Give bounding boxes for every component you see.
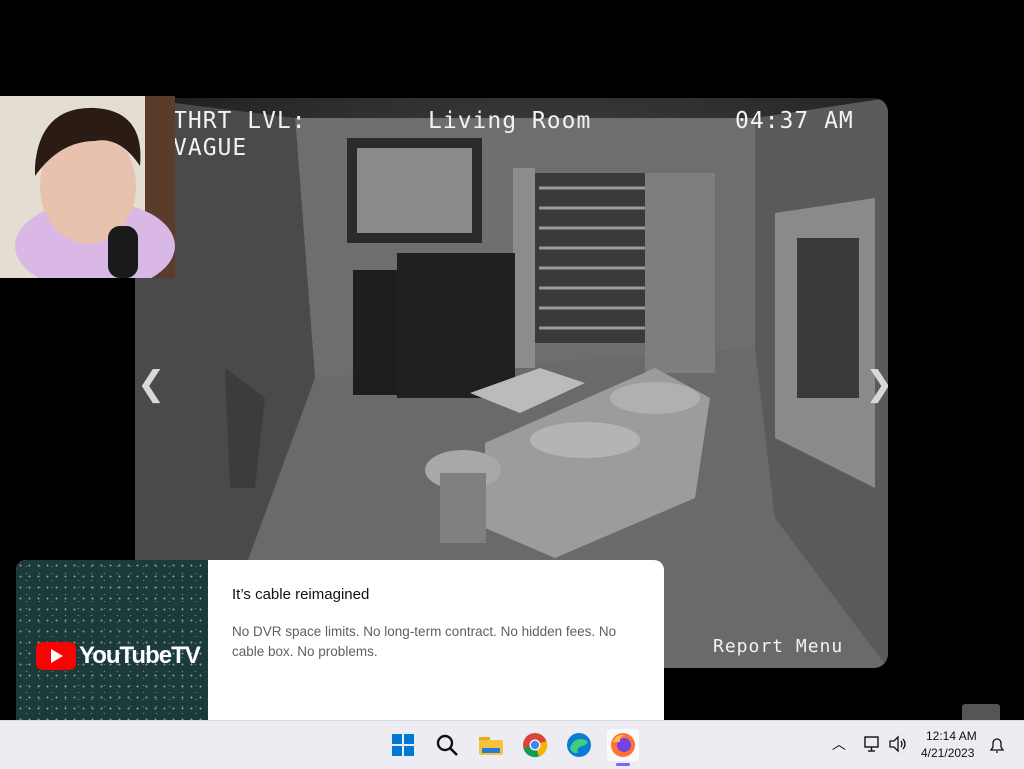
clock-time[interactable]: 12:14 AM	[926, 729, 977, 743]
edge-icon[interactable]	[563, 729, 595, 761]
youtube-logo-icon	[36, 642, 76, 670]
report-menu-button[interactable]: Report Menu	[713, 636, 843, 657]
ad-banner-image: YouTubeTV	[16, 560, 208, 720]
chevron-right-icon[interactable]: ❯	[865, 364, 888, 404]
windows-start-icon[interactable]	[387, 729, 419, 761]
search-icon[interactable]	[431, 729, 463, 761]
threat-level-value: VAGUE	[173, 135, 248, 161]
ad-body: No DVR space limits. No long-term contra…	[232, 624, 617, 659]
youtube-tv-ad[interactable]: YouTubeTV It’s cable reimagined No DVR s…	[16, 560, 664, 720]
chrome-icon[interactable]	[519, 729, 551, 761]
firefox-icon[interactable]	[607, 729, 639, 761]
ad-brand: YouTubeTV	[79, 642, 201, 669]
threat-level-label: THRT LVL:	[173, 108, 307, 134]
streamer-portrait	[0, 96, 175, 278]
chevron-left-icon[interactable]: ❮	[137, 364, 166, 404]
chevron-up-icon[interactable]: ︿	[832, 734, 850, 754]
clock-date[interactable]: 4/21/2023	[921, 746, 974, 760]
taskbar: ︿ 12:14 AM 4/21/2023	[0, 720, 1024, 769]
camera-time: 04:37 AM	[735, 108, 854, 134]
streamer-webcam	[0, 96, 175, 278]
notification-thumbnail[interactable]	[962, 704, 1000, 720]
network-icon[interactable]	[864, 735, 882, 757]
volume-icon[interactable]	[888, 735, 908, 757]
file-explorer-icon[interactable]	[475, 729, 507, 761]
notification-icon[interactable]	[988, 736, 1006, 758]
room-name: Living Room	[428, 108, 592, 134]
active-app-indicator	[616, 763, 630, 766]
ad-title: It’s cable reimagined	[232, 586, 370, 603]
